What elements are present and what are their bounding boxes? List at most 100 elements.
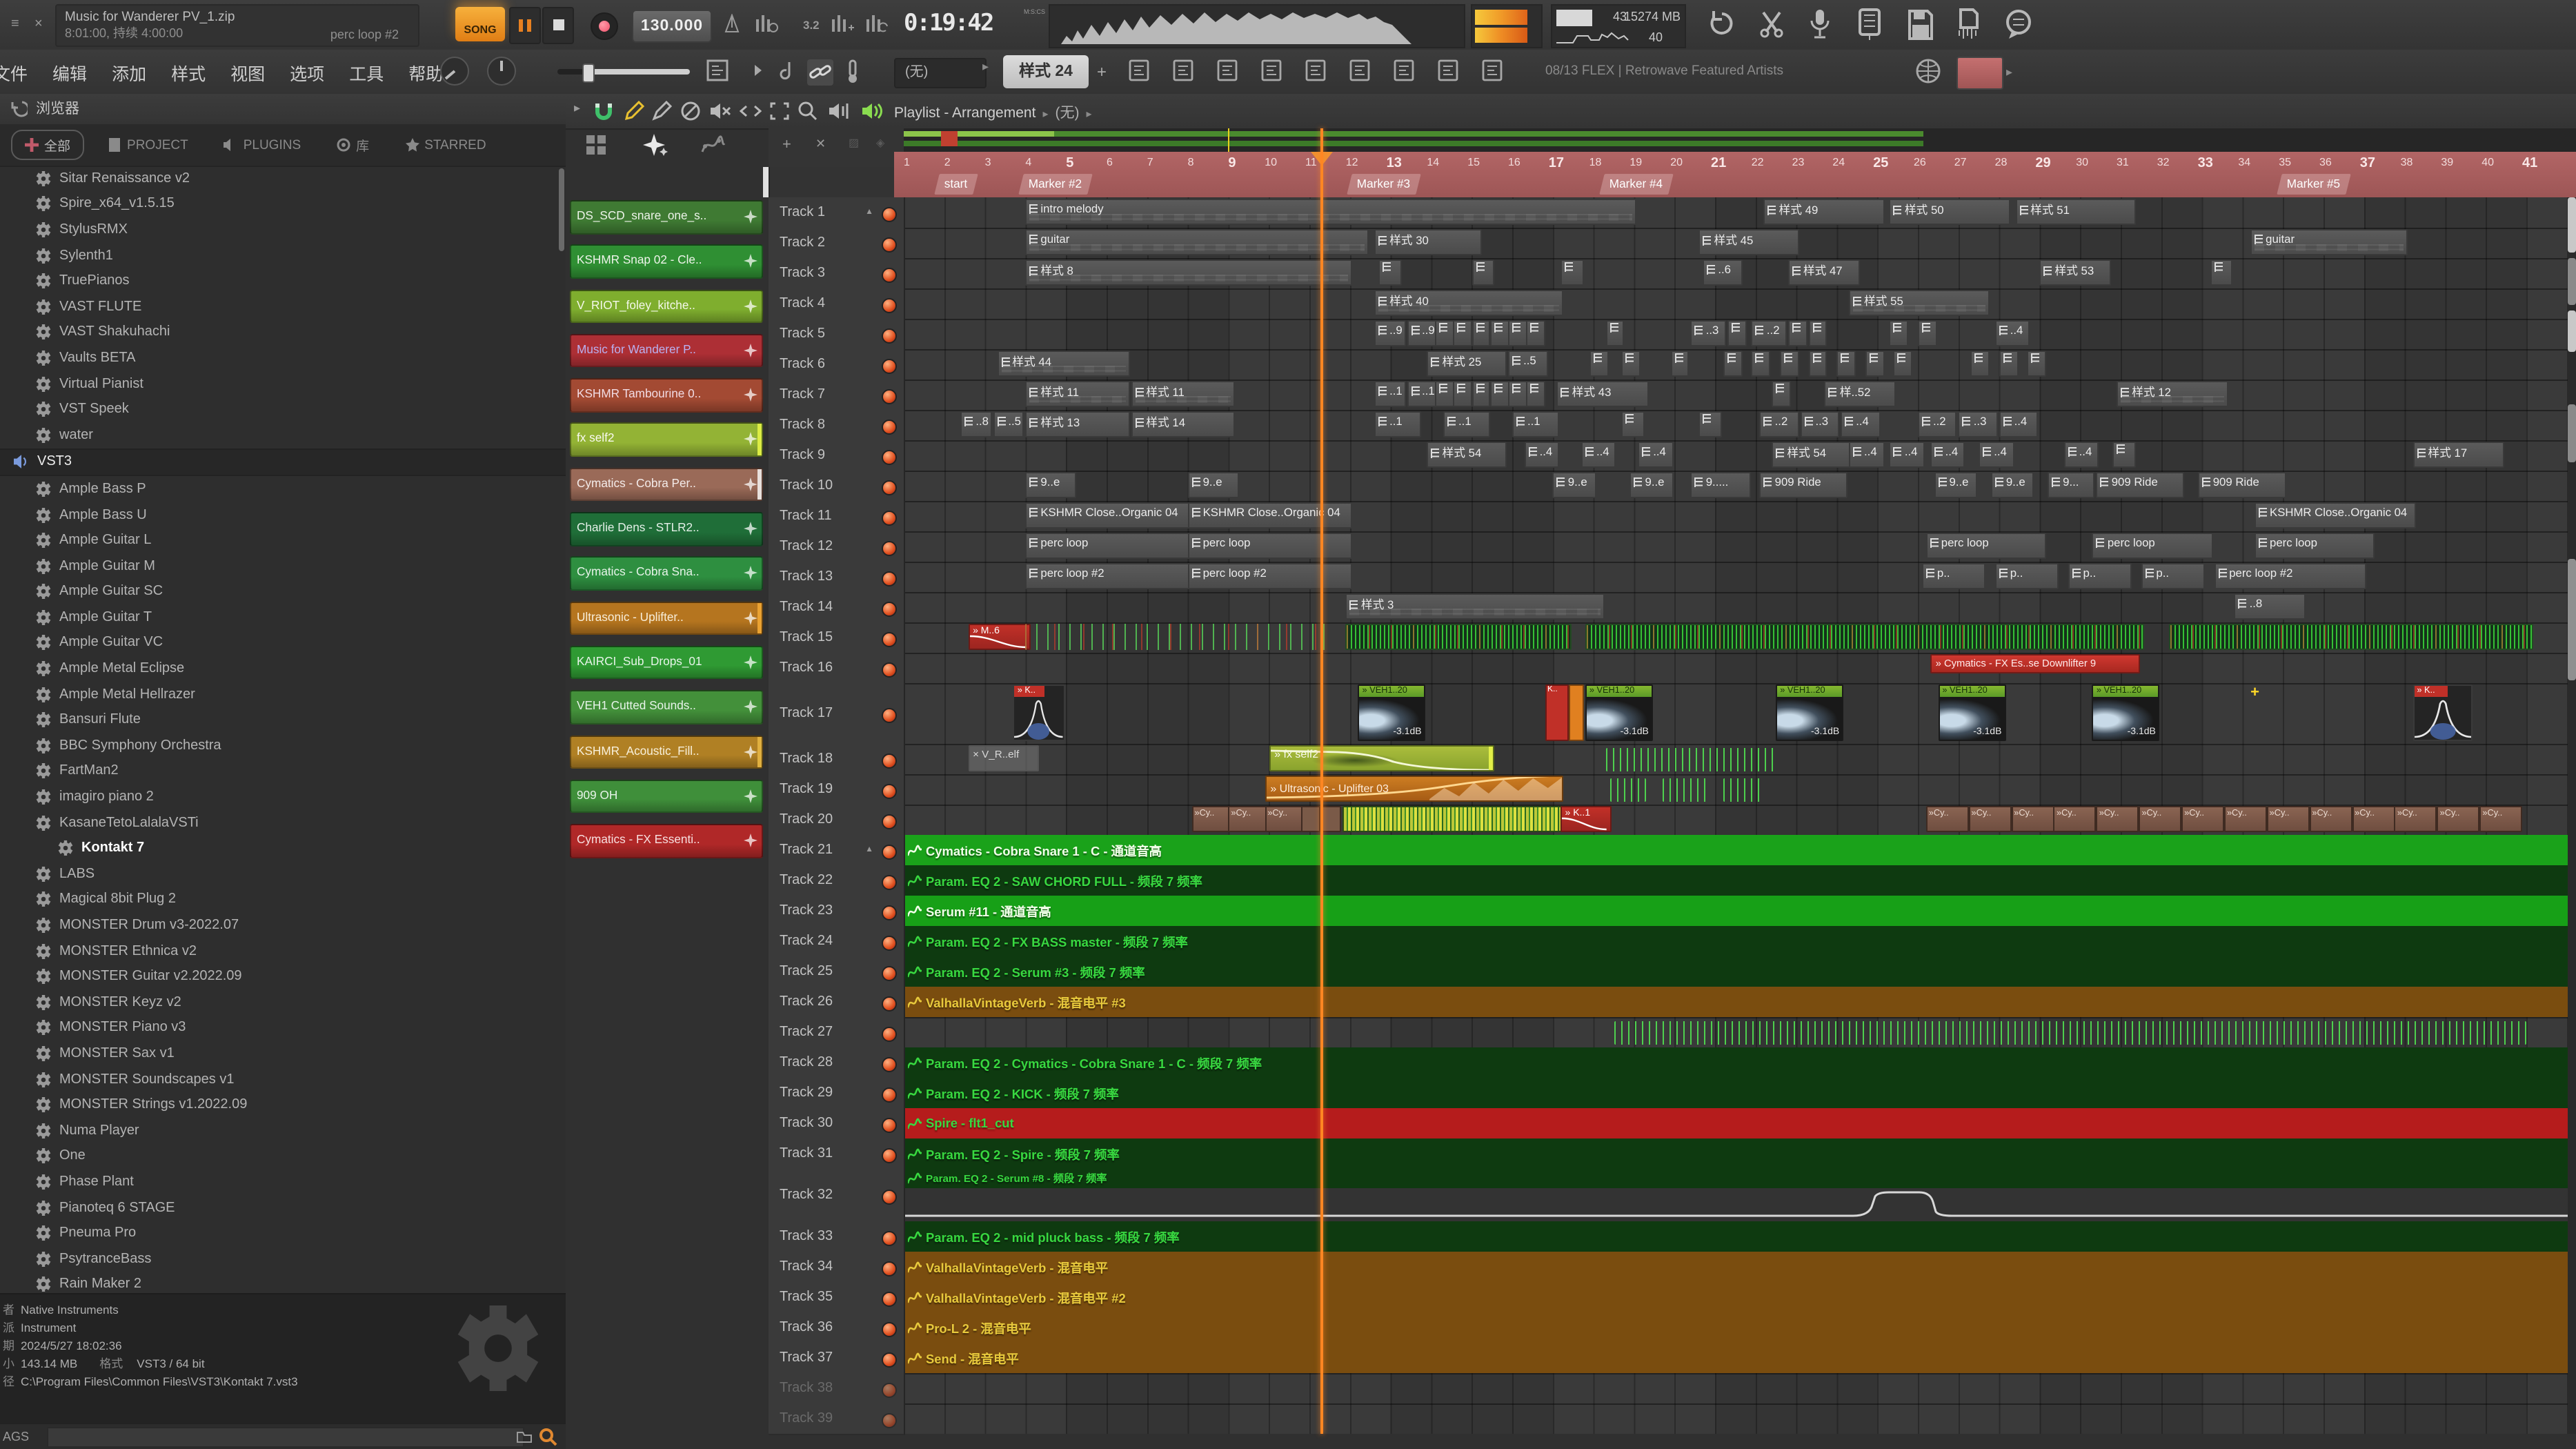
menu-item-0[interactable]: 文件 xyxy=(0,59,40,85)
pattern-chip[interactable]: fx self2 xyxy=(570,423,763,457)
pattern-clip-mini[interactable] xyxy=(1454,381,1473,407)
track-header[interactable]: Track 27 xyxy=(769,1017,905,1049)
pattern-clip[interactable]: ..1 xyxy=(1407,381,1438,407)
pattern-clip[interactable]: 样式 55 xyxy=(1849,290,1990,316)
pattern-clip[interactable]: 样式 14 xyxy=(1131,411,1235,437)
swing-icon[interactable] xyxy=(775,59,795,81)
track-row[interactable]: » K..» VEH1..20-3.1dBK..» VEH1..20-3.1dB… xyxy=(904,683,2576,745)
pattern-clip[interactable]: 909 Ride xyxy=(2198,472,2286,498)
pattern-clip-mini[interactable] xyxy=(1999,351,2019,377)
record-arm-dot[interactable] xyxy=(882,1117,897,1132)
green-tick-clip[interactable] xyxy=(1614,1021,2526,1045)
browser-item[interactable]: KasaneTetoLalalaVSTi xyxy=(0,810,566,836)
playlist-title[interactable]: Playlist - Arrangement▸(无)▸ xyxy=(894,102,1099,123)
pattern-clip-mini[interactable] xyxy=(1836,351,1856,377)
pattern-clip[interactable]: 909 Ride xyxy=(2097,472,2184,498)
pattern-clip-mini[interactable] xyxy=(1435,320,1454,346)
pattern-clip-mini[interactable] xyxy=(1435,381,1454,407)
picker-audio-icon[interactable] xyxy=(640,134,668,156)
pencil-icon[interactable] xyxy=(624,101,644,121)
track-row[interactable]: Pro-L 2 - 混音电平 xyxy=(904,1312,2576,1344)
picker-scrollbar[interactable] xyxy=(763,167,769,197)
chat-icon[interactable] xyxy=(2003,8,2034,41)
menu-icon[interactable]: ≡ xyxy=(11,18,19,32)
audio-clip[interactable]: » VEH1..20-3.1dB xyxy=(2092,684,2160,741)
pattern-clip[interactable]: 9..e xyxy=(1553,472,1596,498)
track-row[interactable]: KSHMR Close..Organic 04KSHMR Close..Orga… xyxy=(904,501,2576,533)
pattern-clip[interactable]: perc loop xyxy=(2255,533,2375,559)
close-icon[interactable]: × xyxy=(34,18,43,32)
browser-tab-PLUGINS[interactable]: PLUGINS xyxy=(212,133,313,157)
track-row[interactable]: » Cymatics - FX Es..se Downlifter 9 xyxy=(904,653,2576,684)
browser-tab-STARRED[interactable]: STARRED xyxy=(393,133,498,157)
magnet-icon[interactable] xyxy=(593,101,614,121)
browser-item[interactable]: VAST Shakuhachi xyxy=(0,319,566,345)
chain-audio-clip[interactable]: »Cy.. xyxy=(2054,806,2097,832)
record-arm-dot[interactable] xyxy=(882,388,897,404)
piano-roll-icon[interactable] xyxy=(1129,58,1149,83)
export-icon[interactable] xyxy=(1482,58,1503,83)
pattern-clip[interactable]: p.. xyxy=(1995,563,2059,589)
thermometer-icon[interactable] xyxy=(844,59,861,84)
record-arm-dot[interactable] xyxy=(882,1382,897,1397)
track-header[interactable]: Track 24 xyxy=(769,926,905,958)
pattern-chip[interactable]: 909 OH xyxy=(570,780,763,814)
track-header[interactable]: Track 2 xyxy=(769,228,905,259)
mixer-icon[interactable] xyxy=(1261,58,1282,83)
audio-bell-clip[interactable]: » K.. xyxy=(1013,684,1065,741)
pattern-clip[interactable]: KSHMR Close..Organic 04 xyxy=(1025,502,1190,529)
record-arm-dot[interactable] xyxy=(882,1189,897,1204)
time-display[interactable]: 0:19:42 xyxy=(904,10,993,37)
audio-clip[interactable]: » VEH1..20-3.1dB xyxy=(1938,684,2005,741)
pattern-clip[interactable]: perc loop xyxy=(2092,533,2213,559)
pattern-clip-mini[interactable] xyxy=(1752,351,1771,377)
menu-item-6[interactable]: 工具 xyxy=(337,59,396,85)
save-icon[interactable] xyxy=(1907,8,1934,41)
pattern-clip-mini[interactable] xyxy=(1808,320,1827,346)
track-header[interactable]: Track 1▲ xyxy=(769,197,905,229)
track-header[interactable]: Track 11 xyxy=(769,501,905,533)
pattern-clip-mini[interactable] xyxy=(1472,259,1494,286)
green-tick-clip[interactable] xyxy=(1663,778,1707,802)
pattern-clip[interactable]: 9..e xyxy=(1188,472,1240,498)
metronome-icon[interactable] xyxy=(756,14,778,33)
browser-item[interactable]: MONSTER Piano v3 xyxy=(0,1015,566,1041)
pattern-clip[interactable]: ..9 xyxy=(1407,320,1438,346)
step-seq-icon[interactable] xyxy=(1173,58,1193,83)
scrollbar-thumb[interactable] xyxy=(2568,258,2576,305)
track-header[interactable]: Track 30 xyxy=(769,1108,905,1140)
green-tick-clip[interactable] xyxy=(1609,778,1646,802)
pattern-chip[interactable]: Charlie Dens - STLR2.. xyxy=(570,512,763,546)
add-track-button[interactable]: + xyxy=(782,137,791,153)
pattern-clip-mini[interactable] xyxy=(2210,259,2232,286)
timeline-marker[interactable]: Marker #4 xyxy=(1599,174,1673,195)
browser-item[interactable]: Ample Guitar M xyxy=(0,553,566,579)
automation-lane[interactable]: Param. EQ 2 - Serum #3 - 频段 7 频率 xyxy=(904,956,2576,987)
browser-item[interactable]: water xyxy=(0,422,566,448)
browser-item[interactable]: MONSTER Keyz v2 xyxy=(0,989,566,1015)
pattern-clip[interactable]: ..1 xyxy=(1374,411,1422,437)
track-row[interactable]: 样式 44样式 25..5 xyxy=(904,349,2576,381)
pattern-clip-mini[interactable] xyxy=(1589,351,1609,377)
pattern-chip[interactable]: Cymatics - Cobra Sna.. xyxy=(570,557,763,591)
tap-tempo-icon[interactable] xyxy=(723,14,741,33)
chain-audio-clip[interactable]: »Cy.. xyxy=(1191,806,1230,832)
pattern-clip[interactable]: ..1 xyxy=(1512,411,1560,437)
record-arm-dot[interactable] xyxy=(882,631,897,647)
playlist-menu-icon[interactable]: ▸ xyxy=(574,101,580,116)
playback-icon[interactable] xyxy=(828,101,850,121)
pattern-clip[interactable]: ..3 xyxy=(1959,411,1998,437)
pattern-chip[interactable]: V_RIOT_foley_kitche.. xyxy=(570,289,763,323)
browser-item[interactable]: Ample Metal Hellrazer xyxy=(0,682,566,707)
track-header[interactable]: Track 3 xyxy=(769,258,905,290)
automation-lane[interactable]: Param. EQ 2 - Cymatics - Cobra Snare 1 -… xyxy=(904,1047,2576,1078)
track-row[interactable]: Param. EQ 2 - FX BASS master - 频段 7 频率 xyxy=(904,926,2576,958)
step-edit-arrow-icon[interactable] xyxy=(741,59,763,81)
loop-record-icon[interactable] xyxy=(866,14,889,33)
track-row[interactable]: Send - 混音电平 xyxy=(904,1343,2576,1374)
pattern-clip-mini[interactable] xyxy=(1670,351,1690,377)
track-header[interactable]: Track 17 xyxy=(769,683,905,745)
pattern-clip[interactable]: 样式 44 xyxy=(997,351,1129,377)
record-button[interactable] xyxy=(591,12,618,40)
track-header[interactable]: Track 8 xyxy=(769,410,905,442)
